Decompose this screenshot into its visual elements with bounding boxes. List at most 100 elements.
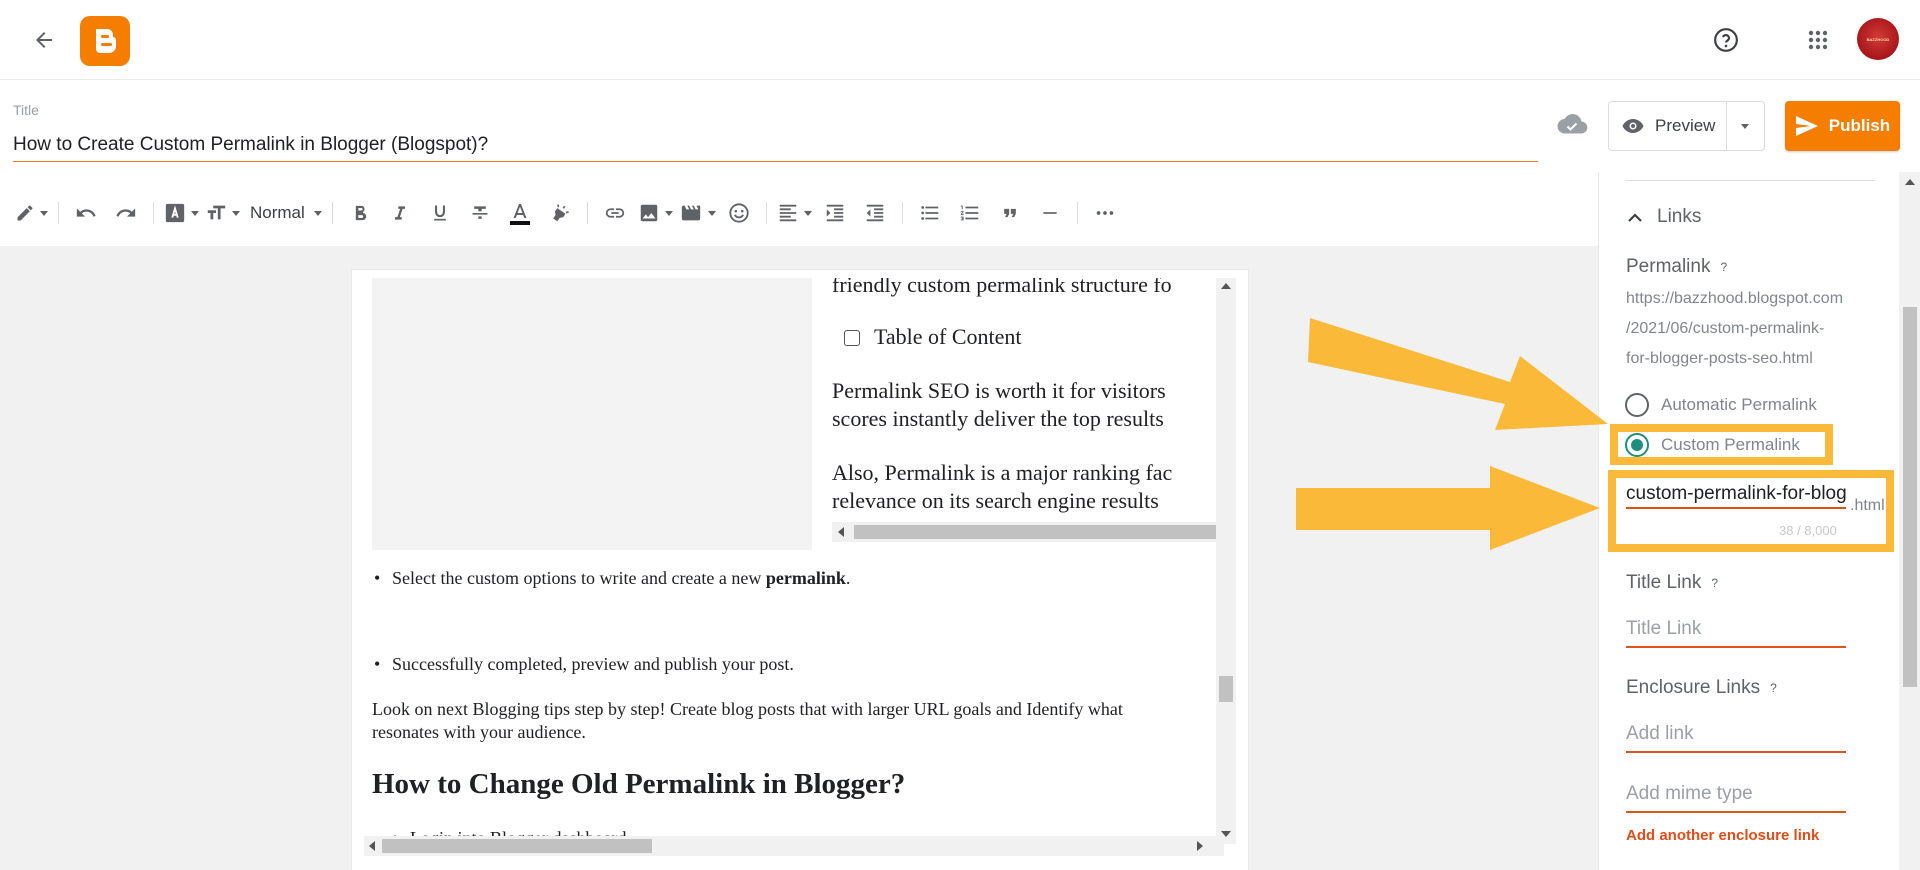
- send-icon: [1795, 116, 1818, 136]
- strikethrough-button[interactable]: [463, 195, 497, 231]
- list-item: Select the custom options to write and c…: [374, 568, 851, 589]
- highlight-box: [1610, 424, 1833, 465]
- help-icon[interactable]: ?: [1770, 681, 1777, 695]
- body-paragraph: Look on next Blogging tips step by step!…: [372, 699, 1123, 742]
- numbered-list-icon: [960, 205, 979, 221]
- horizontal-rule-button[interactable]: [1033, 195, 1067, 231]
- font-button[interactable]: [164, 195, 199, 231]
- scrollbar-thumb[interactable]: [382, 839, 652, 853]
- text-size-button[interactable]: [205, 195, 240, 231]
- account-avatar[interactable]: BAZZHOOD: [1857, 18, 1899, 60]
- bulleted-list-button[interactable]: [913, 195, 947, 231]
- undo-icon: [76, 208, 96, 217]
- chevron-down-icon: [707, 210, 716, 216]
- emoji-icon: [729, 203, 749, 223]
- embedded-page-content: friendly custom permalink structure fo T…: [812, 278, 1224, 550]
- blogger-b-icon: [96, 29, 116, 53]
- chevron-down-icon: [232, 210, 240, 216]
- italic-icon: [394, 206, 405, 220]
- help-circle-icon: [1714, 28, 1738, 52]
- help-icon[interactable]: ?: [1720, 260, 1727, 274]
- embed-horizontal-scrollbar[interactable]: [832, 522, 1224, 542]
- toolbar-divider: [153, 202, 154, 224]
- text-size-icon: [207, 205, 226, 220]
- help-icon[interactable]: ?: [1711, 576, 1718, 590]
- bold-button[interactable]: [343, 195, 377, 231]
- scrollbar-thumb[interactable]: [1903, 307, 1917, 687]
- insert-emoji-button[interactable]: [722, 195, 756, 231]
- help-button[interactable]: [1708, 22, 1744, 58]
- post-body-editor[interactable]: friendly custom permalink structure fo T…: [352, 270, 1248, 870]
- blogger-logo[interactable]: [80, 16, 130, 66]
- undo-button[interactable]: [69, 195, 103, 231]
- add-link-input[interactable]: Add link: [1626, 723, 1846, 753]
- scrollbar-thumb[interactable]: [854, 525, 1224, 539]
- toolbar-divider: [901, 202, 903, 224]
- paragraph-style-value: Normal: [250, 203, 305, 222]
- enclosure-label: Enclosure Links: [1626, 677, 1761, 698]
- embed-text-line: Also, Permalink is a major ranking fac: [832, 460, 1173, 485]
- sidebar-scrollbar[interactable]: [1899, 172, 1920, 870]
- embed-toc: Table of Content: [874, 324, 1022, 349]
- chevron-up-icon: [1628, 213, 1642, 222]
- highlight-button[interactable]: [543, 195, 577, 231]
- insert-video-button[interactable]: [679, 195, 716, 231]
- indent-decrease-button[interactable]: [858, 195, 892, 231]
- indent-decrease-icon: [866, 204, 884, 222]
- editor-horizontal-scrollbar[interactable]: [364, 836, 1224, 856]
- google-apps-button[interactable]: [1800, 22, 1836, 58]
- italic-button[interactable]: [383, 195, 417, 231]
- permalink-label-row: Permalink ?: [1626, 256, 1727, 278]
- more-icon: [1096, 211, 1114, 215]
- top-bar: BAZZHOOD: [0, 0, 1920, 80]
- title-input[interactable]: How to Create Custom Permalink in Blogge…: [13, 132, 1538, 162]
- chevron-down-icon: [803, 210, 812, 216]
- preview-dropdown-button[interactable]: [1727, 102, 1764, 150]
- back-button[interactable]: [26, 22, 62, 58]
- quote-button[interactable]: [993, 195, 1027, 231]
- underline-button[interactable]: [423, 195, 457, 231]
- formatting-toolbar: Normal: [0, 180, 1598, 246]
- indent-increase-button[interactable]: [818, 195, 852, 231]
- add-enclosure-link-button[interactable]: Add another enclosure link: [1626, 827, 1819, 844]
- publish-button[interactable]: Publish: [1785, 101, 1900, 151]
- permalink-label: Permalink: [1626, 256, 1711, 277]
- title-label: Title: [13, 102, 39, 118]
- redo-button[interactable]: [109, 195, 143, 231]
- enclosure-label-row: Enclosure Links ?: [1626, 677, 1777, 699]
- link-icon: [605, 208, 624, 218]
- permalink-url: https://bazzhood.blogspot.com /2021/06/c…: [1626, 284, 1886, 374]
- toolbar-divider: [1076, 202, 1078, 224]
- embed-text-line: Permalink SEO is worth it for visitors: [832, 378, 1166, 403]
- list-item-end: .: [845, 568, 851, 588]
- more-options-button[interactable]: [1088, 195, 1122, 231]
- alignment-button[interactable]: [777, 195, 812, 231]
- preview-button[interactable]: Preview: [1609, 102, 1727, 150]
- image-icon: [640, 204, 658, 222]
- chevron-right-icon: [1197, 841, 1203, 851]
- avatar-text: BAZZHOOD: [1866, 36, 1890, 42]
- radio-automatic-permalink[interactable]: Automatic Permalink: [1625, 393, 1817, 417]
- preview-label: Preview: [1655, 116, 1716, 135]
- mime-type-input[interactable]: Add mime type: [1626, 783, 1846, 813]
- chevron-down-icon: [664, 210, 673, 216]
- chevron-left-icon: [838, 527, 844, 537]
- embedded-image-preview: friendly custom permalink structure fo T…: [372, 278, 1224, 550]
- compose-mode-button[interactable]: [14, 195, 48, 231]
- paragraph-style-select[interactable]: Normal: [246, 195, 322, 231]
- cloud-saved-icon: [1557, 114, 1588, 134]
- section-heading: How to Change Old Permalink in Blogger?: [372, 768, 906, 800]
- underline-icon: [433, 205, 446, 221]
- highlight-box: [1608, 470, 1894, 552]
- numbered-list-button[interactable]: [953, 195, 987, 231]
- insert-image-button[interactable]: [638, 195, 673, 231]
- scrollbar-thumb[interactable]: [1219, 676, 1233, 702]
- embed-text-line: friendly custom permalink structure fo: [832, 278, 1172, 297]
- text-color-button[interactable]: [503, 195, 537, 231]
- editor-vertical-scrollbar[interactable]: [1216, 278, 1236, 844]
- radio-button[interactable]: [1625, 393, 1649, 417]
- apps-grid-icon: [1808, 30, 1828, 50]
- title-link-input[interactable]: Title Link: [1626, 618, 1846, 648]
- insert-link-button[interactable]: [598, 195, 632, 231]
- links-section-toggle[interactable]: Links: [1627, 206, 1701, 228]
